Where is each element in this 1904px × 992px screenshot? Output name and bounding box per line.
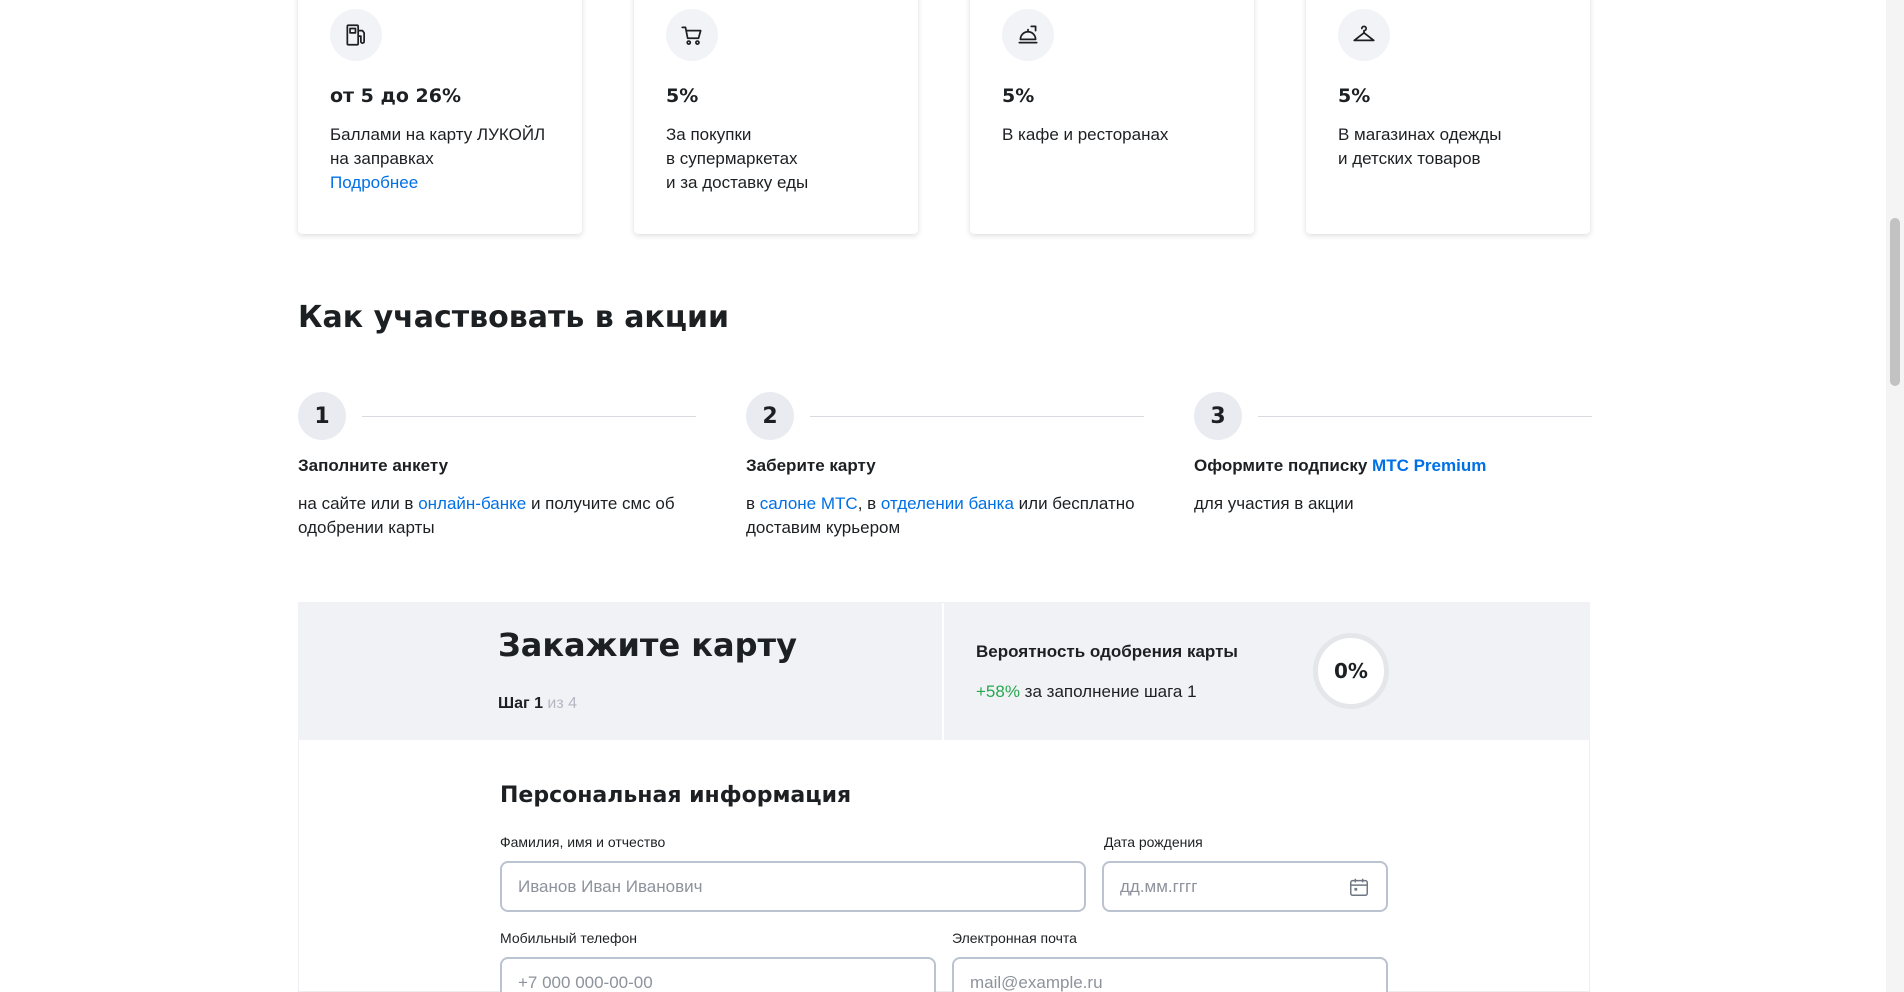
cashback-value: 5% bbox=[666, 85, 699, 107]
mts-store-link[interactable]: салоне МТС bbox=[760, 494, 858, 513]
step-number: 1 bbox=[298, 392, 346, 440]
email-label: Электронная почта bbox=[952, 930, 1077, 946]
description-line: и за доставку еды bbox=[666, 173, 809, 192]
more-details-link[interactable]: Подробнее bbox=[330, 171, 560, 195]
description-line: За покупки bbox=[666, 125, 752, 144]
step-title: Заполните анкету bbox=[298, 456, 449, 475]
calendar-icon[interactable] bbox=[1348, 876, 1370, 898]
cashback-value: 5% bbox=[1338, 85, 1371, 107]
email-field[interactable] bbox=[952, 957, 1388, 992]
fullname-input[interactable] bbox=[518, 876, 1068, 897]
current-step: Шаг 1 bbox=[498, 695, 543, 712]
step-title-text: Оформите подписку bbox=[1194, 456, 1373, 475]
birthdate-field[interactable] bbox=[1102, 861, 1388, 912]
cashback-description: Баллами на карту ЛУКОЙЛ на заправках Под… bbox=[330, 123, 560, 195]
mts-premium-link[interactable]: МТС Premium bbox=[1372, 456, 1486, 475]
online-bank-link[interactable]: онлайн-банке bbox=[418, 494, 526, 513]
approval-gain: +58% за заполнение шага 1 bbox=[976, 682, 1197, 702]
email-input[interactable] bbox=[970, 972, 1370, 992]
cashback-value: 5% bbox=[1002, 85, 1035, 107]
clothes-hanger-icon bbox=[1338, 9, 1390, 61]
step-divider bbox=[362, 416, 696, 417]
description-line: В кафе и ресторанах bbox=[1002, 125, 1169, 144]
step-divider bbox=[1258, 416, 1592, 417]
description-line: Баллами на карту ЛУКОЙЛ bbox=[330, 125, 546, 144]
approval-gain-text: за заполнение шага 1 bbox=[1019, 682, 1197, 701]
description-line: и детских товаров bbox=[1338, 149, 1481, 168]
cashback-card-clothing: 5% В магазинах одежды и детских товаров bbox=[1306, 0, 1590, 234]
order-title: Закажите карту bbox=[498, 626, 797, 664]
form-section-title: Персональная информация bbox=[500, 783, 852, 808]
birthdate-label: Дата рождения bbox=[1104, 834, 1203, 850]
fullname-label: Фамилия, имя и отчество bbox=[500, 834, 666, 850]
step-number: 2 bbox=[746, 392, 794, 440]
step-title: Заберите карту bbox=[746, 456, 876, 475]
step-text: в bbox=[746, 494, 760, 513]
scrollbar-thumb[interactable] bbox=[1890, 218, 1900, 386]
fullname-field[interactable] bbox=[500, 861, 1086, 912]
page-scrollbar[interactable] bbox=[1886, 0, 1904, 992]
step-text: , в bbox=[857, 494, 881, 513]
cashback-description: За покупки в супермаркетах и за доставку… bbox=[666, 123, 896, 195]
approval-gain-value: +58% bbox=[976, 682, 1020, 701]
order-header bbox=[298, 602, 942, 740]
description-line: В магазинах одежды bbox=[1338, 125, 1502, 144]
step-number: 3 bbox=[1194, 392, 1242, 440]
step-description: на сайте или в онлайн-банке и получите с… bbox=[298, 492, 698, 540]
birthdate-input[interactable] bbox=[1120, 876, 1370, 897]
step-indicator: Шаг 1 из 4 bbox=[498, 695, 577, 713]
approval-progress-ring: 0% bbox=[1313, 633, 1389, 709]
fuel-pump-icon bbox=[330, 9, 382, 61]
step-description: в салоне МТС, в отделении банка или бесп… bbox=[746, 492, 1146, 540]
cashback-card-fuel: от 5 до 26% Баллами на карту ЛУКОЙЛ на з… bbox=[298, 0, 582, 234]
shopping-cart-icon bbox=[666, 9, 718, 61]
step-text: для участия в акции bbox=[1194, 494, 1354, 513]
phone-label: Мобильный телефон bbox=[500, 930, 637, 946]
phone-input[interactable] bbox=[518, 972, 918, 992]
approval-probability-panel bbox=[944, 602, 1590, 740]
cashback-description: В магазинах одежды и детских товаров bbox=[1338, 123, 1568, 171]
approval-probability-label: Вероятность одобрения карты bbox=[976, 642, 1238, 661]
cashback-value: от 5 до 26% bbox=[330, 85, 462, 107]
phone-field[interactable] bbox=[500, 957, 936, 992]
step-text: на сайте или в bbox=[298, 494, 419, 513]
step-divider bbox=[810, 416, 1144, 417]
section-title: Как участвовать в акции bbox=[298, 300, 730, 335]
cashback-description: В кафе и ресторанах bbox=[1002, 123, 1232, 147]
bank-office-link[interactable]: отделении банка bbox=[881, 494, 1014, 513]
cashback-card-supermarkets: 5% За покупки в супермаркетах и за доста… bbox=[634, 0, 918, 234]
cashback-card-restaurants: 5% В кафе и ресторанах bbox=[970, 0, 1254, 234]
restaurant-icon bbox=[1002, 9, 1054, 61]
step-title: Оформите подписку МТС Premium bbox=[1194, 456, 1486, 476]
description-line: на заправках bbox=[330, 149, 434, 168]
description-line: в супермаркетах bbox=[666, 149, 798, 168]
total-steps: из 4 bbox=[542, 695, 578, 712]
step-description: для участия в акции bbox=[1194, 492, 1594, 516]
